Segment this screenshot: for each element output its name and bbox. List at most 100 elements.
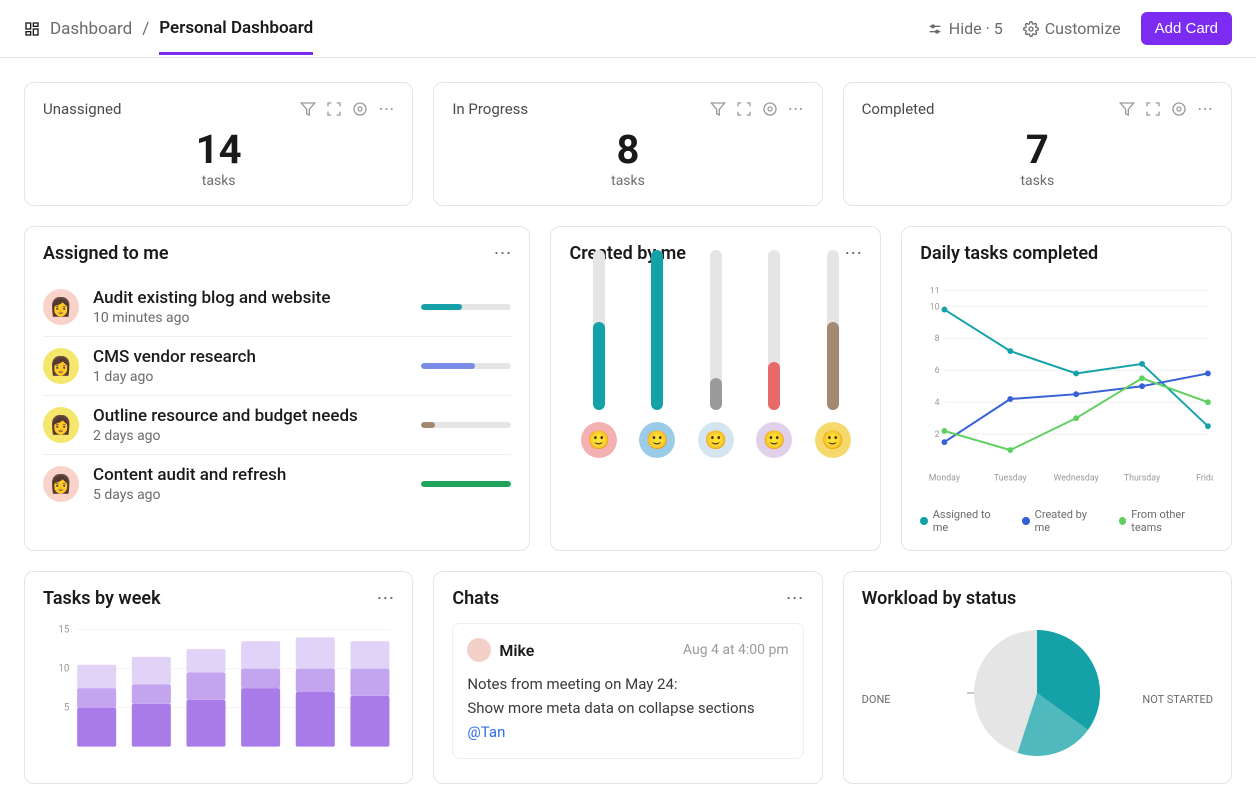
breadcrumb-root[interactable]: Dashboard: [50, 19, 132, 39]
expand-icon[interactable]: [736, 101, 752, 117]
svg-text:6: 6: [935, 366, 940, 376]
avatar: [467, 638, 491, 662]
task-row[interactable]: 👩 CMS vendor research 1 day ago: [43, 336, 511, 395]
avatar: 👩: [43, 466, 79, 502]
gear-icon[interactable]: [762, 101, 778, 117]
customize-label: Customize: [1045, 19, 1121, 38]
created-bars-chart: 🙂 🙂 🙂 🙂 🙂: [569, 278, 862, 468]
card-title: Workload by status: [862, 588, 1213, 609]
chat-time: Aug 4 at 4:00 pm: [683, 642, 789, 658]
mention[interactable]: @Tan: [467, 720, 788, 744]
hide-button[interactable]: Hide · 5: [927, 19, 1003, 38]
dashboard-icon: [24, 21, 40, 37]
avatar[interactable]: 🙂: [698, 422, 734, 458]
more-icon[interactable]: ⋯: [376, 588, 394, 609]
task-row[interactable]: 👩 Audit existing blog and website 10 min…: [43, 278, 511, 336]
stat-unit: tasks: [452, 173, 803, 189]
task-title: CMS vendor research: [93, 347, 407, 367]
more-icon[interactable]: ⋯: [493, 243, 511, 264]
add-card-button[interactable]: Add Card: [1141, 12, 1232, 45]
gear-icon[interactable]: [1171, 101, 1187, 117]
task-time: 10 minutes ago: [93, 310, 407, 326]
card-tasks-by-week: Tasks by week ⋯ 51015: [24, 571, 413, 784]
svg-text:Wednesday: Wednesday: [1054, 474, 1100, 484]
gear-icon[interactable]: [352, 101, 368, 117]
hide-label: Hide · 5: [949, 19, 1003, 38]
task-info: Audit existing blog and website 10 minut…: [93, 288, 407, 326]
task-info: CMS vendor research 1 day ago: [93, 347, 407, 385]
svg-text:11: 11: [930, 286, 940, 296]
stat-unassigned: Unassigned ⋯ 14 tasks: [24, 82, 413, 206]
task-title: Content audit and refresh: [93, 465, 407, 485]
card-assigned-to-me: Assigned to me ⋯ 👩 Audit existing blog a…: [24, 226, 530, 551]
filter-icon[interactable]: [300, 101, 316, 117]
card-workload-by-status: Workload by status DONE NOT STARTED: [843, 571, 1232, 784]
avatar[interactable]: 🙂: [815, 422, 851, 458]
filter-icon[interactable]: [710, 101, 726, 117]
card-title: Assigned to me: [43, 243, 493, 264]
avatar[interactable]: 🙂: [639, 422, 675, 458]
legend-item: Assigned to me: [920, 508, 1004, 534]
stat-in-progress: In Progress ⋯ 8 tasks: [433, 82, 822, 206]
breadcrumb: Dashboard / Personal Dashboard: [24, 18, 927, 40]
expand-icon[interactable]: [1145, 101, 1161, 117]
svg-text:10: 10: [58, 664, 69, 675]
task-row[interactable]: 👩 Content audit and refresh 5 days ago: [43, 454, 511, 513]
stat-unit: tasks: [43, 173, 394, 189]
stat-unit: tasks: [862, 173, 1213, 189]
middle-row: Assigned to me ⋯ 👩 Audit existing blog a…: [24, 226, 1232, 551]
stat-count: 14: [43, 126, 394, 173]
svg-text:Monday: Monday: [929, 474, 961, 484]
breadcrumb-current[interactable]: Personal Dashboard: [159, 18, 313, 55]
svg-text:Thursday: Thursday: [1124, 474, 1161, 484]
avatar[interactable]: 🙂: [581, 422, 617, 458]
more-icon[interactable]: ⋯: [1197, 99, 1213, 118]
task-time: 5 days ago: [93, 487, 407, 503]
task-time: 1 day ago: [93, 369, 407, 385]
progress-bar: [421, 304, 511, 310]
task-title: Audit existing blog and website: [93, 288, 407, 308]
card-title: Daily tasks completed: [920, 243, 1213, 264]
task-row[interactable]: 👩 Outline resource and budget needs 2 da…: [43, 395, 511, 454]
pie-label-not-started: NOT STARTED: [1142, 693, 1213, 706]
sliders-icon: [927, 21, 943, 37]
assigned-list: 👩 Audit existing blog and website 10 min…: [43, 278, 511, 513]
task-time: 2 days ago: [93, 428, 407, 444]
svg-text:8: 8: [935, 334, 940, 344]
avatar[interactable]: 🙂: [756, 422, 792, 458]
progress-bar: [421, 363, 511, 369]
chat-author: Mike: [499, 641, 675, 660]
vbar: 🙂: [815, 250, 851, 458]
vbar: 🙂: [698, 250, 734, 458]
chat-message[interactable]: Mike Aug 4 at 4:00 pm Notes from meeting…: [452, 623, 803, 759]
pie-wrap: DONE NOT STARTED: [862, 623, 1213, 763]
stat-count: 8: [452, 126, 803, 173]
gear-icon: [1023, 21, 1039, 37]
stacked-bar-chart: 51015: [43, 623, 394, 763]
pie-label-done: DONE: [862, 693, 891, 706]
line-chart: 24681011MondayTuesdayWednesdayThursdayFr…: [920, 278, 1213, 498]
breadcrumb-separator: /: [142, 19, 149, 39]
customize-button[interactable]: Customize: [1023, 19, 1121, 38]
vbar: 🙂: [639, 250, 675, 458]
more-icon[interactable]: ⋯: [788, 99, 804, 118]
legend-item: Created by me: [1022, 508, 1101, 534]
more-icon[interactable]: ⋯: [786, 588, 804, 609]
svg-text:10: 10: [930, 302, 940, 312]
task-info: Content audit and refresh 5 days ago: [93, 465, 407, 503]
expand-icon[interactable]: [326, 101, 342, 117]
svg-text:5: 5: [64, 703, 70, 714]
card-daily-tasks: Daily tasks completed 24681011MondayTues…: [901, 226, 1232, 551]
stat-title: In Progress: [452, 100, 709, 118]
chat-body: Notes from meeting on May 24: Show more …: [467, 672, 788, 744]
filter-icon[interactable]: [1119, 101, 1135, 117]
svg-text:2: 2: [935, 430, 940, 440]
stat-completed: Completed ⋯ 7 tasks: [843, 82, 1232, 206]
chart-legend: Assigned to meCreated by meFrom other te…: [920, 508, 1213, 534]
svg-text:4: 4: [935, 398, 940, 408]
vbar: 🙂: [581, 250, 617, 458]
card-title: Chats: [452, 588, 785, 609]
more-icon[interactable]: ⋯: [378, 99, 394, 118]
pie-chart: [967, 623, 1107, 763]
page-header: Dashboard / Personal Dashboard Hide · 5 …: [0, 0, 1256, 58]
